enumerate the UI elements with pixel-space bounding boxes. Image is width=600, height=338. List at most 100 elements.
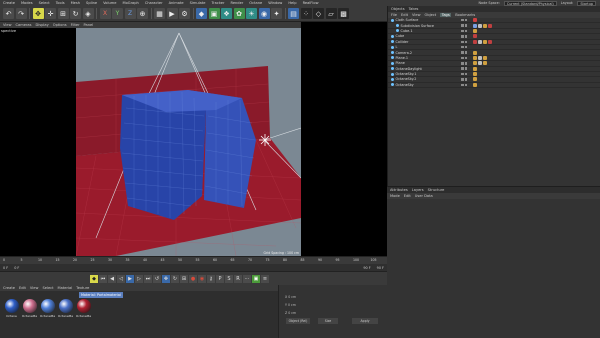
menu-tools[interactable]: Tools	[53, 1, 68, 5]
keyframe-mode-icon[interactable]: ◆	[90, 274, 98, 283]
objects-menu-file[interactable]: File	[391, 13, 397, 17]
model-mode-icon[interactable]: ▤	[288, 8, 299, 19]
object-name[interactable]: Plane.1	[396, 56, 409, 60]
undo-icon[interactable]: ↶	[3, 8, 14, 19]
objects-menu-object[interactable]: Object	[425, 13, 437, 17]
menu-render[interactable]: Render	[227, 1, 246, 5]
tab-layers[interactable]: Layers	[412, 188, 424, 192]
menu-help[interactable]: Help	[285, 1, 299, 5]
object-name[interactable]: OctaneSky.1	[396, 72, 417, 76]
tag-icon[interactable]	[473, 72, 477, 77]
max-frame-field[interactable]: 90 F	[374, 266, 387, 270]
menu-animate[interactable]: Animate	[166, 1, 187, 5]
menu-mesh[interactable]: Mesh	[68, 1, 83, 5]
render-settings-icon[interactable]: ⚙	[179, 8, 190, 19]
visibility-dots-icon[interactable]	[461, 35, 467, 38]
menu-octane[interactable]: Octane	[246, 1, 265, 5]
tag-icon[interactable]	[483, 39, 487, 44]
material-menu-edit[interactable]: Edit	[19, 286, 26, 290]
visibility-dots-icon[interactable]	[461, 24, 467, 27]
start-frame-field[interactable]: 0 F	[0, 266, 11, 270]
material-menu-select[interactable]: Select	[42, 286, 53, 290]
menu-select[interactable]: Select	[36, 1, 53, 5]
layout-dropdown[interactable]: Startup	[577, 0, 596, 6]
tag-icon[interactable]	[473, 50, 477, 55]
material-swatch[interactable]: OctaneMa	[75, 299, 92, 318]
coord-size-dropdown[interactable]: Size	[318, 318, 338, 324]
menu-simulate[interactable]: Simulate	[187, 1, 209, 5]
play-backwards-icon[interactable]: ◁	[117, 274, 125, 283]
viewport-menu-panel[interactable]: Panel	[84, 23, 94, 27]
material-swatch[interactable]: Octane	[3, 299, 20, 318]
tab-takes[interactable]: Takes	[409, 7, 419, 11]
next-key-icon[interactable]: ▷	[135, 274, 143, 283]
tag-icon[interactable]	[473, 28, 477, 33]
tag-icon[interactable]	[473, 77, 477, 82]
material-menu-create[interactable]: Create	[3, 286, 15, 290]
object-name[interactable]: Collider	[396, 40, 409, 44]
visibility-dots-icon[interactable]	[461, 51, 467, 54]
points-mode-icon[interactable]: ⁘	[300, 8, 312, 19]
live-selection-icon[interactable]: ✥	[32, 8, 44, 19]
menu-character[interactable]: Character	[142, 1, 166, 5]
array-icon[interactable]: ❖	[221, 8, 232, 19]
current-frame-field[interactable]: 0 F	[11, 266, 22, 270]
axis-y-icon[interactable]: Y	[112, 8, 123, 19]
loop-icon[interactable]: ↺	[153, 274, 161, 283]
coordinate-system-icon[interactable]: ⊕	[137, 8, 148, 19]
menu-modes[interactable]: Modes	[18, 1, 36, 5]
objects-menu-bookmarks[interactable]: Bookmarks	[455, 13, 475, 17]
menu-realflow[interactable]: RealFlow	[300, 1, 322, 5]
menu-spline[interactable]: Spline	[83, 1, 100, 5]
3d-viewport[interactable]: Grid Spacing : 100 cm	[76, 28, 301, 256]
tab-structure[interactable]: Structure	[428, 188, 445, 192]
coord-y[interactable]: Y 0 cm	[285, 303, 296, 307]
object-name[interactable]: Subdivision Surface	[401, 24, 434, 28]
coord-apply-button[interactable]: Apply	[352, 318, 378, 324]
viewport-menu-view[interactable]: View	[3, 23, 12, 27]
edges-mode-icon[interactable]: ◇	[313, 8, 324, 19]
tag-icon[interactable]	[478, 23, 482, 28]
tab-attributes[interactable]: Attributes	[390, 188, 408, 192]
tag-icon[interactable]	[478, 55, 482, 60]
tag-icon[interactable]	[473, 55, 477, 60]
render-picture-viewer-icon[interactable]: ▶	[166, 8, 178, 19]
visibility-dots-icon[interactable]	[461, 45, 467, 49]
parameter-track-icon[interactable]: ⋯	[243, 274, 251, 283]
polygons-mode-icon[interactable]: ▱	[325, 8, 337, 19]
end-frame-field[interactable]: 90 F	[360, 266, 373, 270]
rotate-icon[interactable]: ↻	[70, 8, 81, 19]
coord-z[interactable]: Z 0 cm	[285, 311, 296, 315]
objects-menu-view[interactable]: View	[412, 13, 421, 17]
material-menu-texture[interactable]: Texture	[76, 286, 89, 290]
tag-icon[interactable]	[483, 55, 487, 60]
tag-icon[interactable]	[483, 23, 487, 28]
tab-objects[interactable]: Objects	[391, 7, 405, 11]
go-to-start-icon[interactable]: ⏮	[99, 274, 107, 283]
scale-key-icon[interactable]: ⊞	[180, 274, 188, 283]
viewport-menu-display[interactable]: Display	[36, 23, 49, 27]
visibility-dots-icon[interactable]	[461, 56, 467, 60]
recent-tools-icon[interactable]: ◈	[82, 8, 94, 19]
material-swatch[interactable]: OctaneMa	[57, 299, 74, 318]
record-active-icon[interactable]: ●	[189, 274, 197, 283]
light-icon[interactable]: ✦	[271, 8, 282, 19]
visibility-dots-icon[interactable]	[461, 78, 467, 81]
tag-icon[interactable]	[478, 39, 482, 44]
scale-track-icon[interactable]: S	[225, 274, 233, 283]
visibility-dots-icon[interactable]	[461, 83, 467, 87]
visibility-dots-icon[interactable]	[461, 67, 467, 70]
object-name[interactable]: Cube.1	[401, 29, 413, 33]
axis-x-icon[interactable]: X	[99, 8, 111, 19]
object-name[interactable]: Cloth Surface	[396, 18, 419, 22]
objects-menu-tags[interactable]: Tags	[440, 13, 452, 17]
object-name[interactable]: OctaneDaylight	[396, 67, 422, 71]
render-view-icon[interactable]: ▦	[154, 8, 165, 19]
scene-icon[interactable]: ☀	[246, 8, 257, 19]
viewport-menu-filter[interactable]: Filter	[71, 23, 80, 27]
material-swatch[interactable]: OctaneMa	[21, 299, 38, 318]
cube-primitive-icon[interactable]: ◆	[196, 8, 207, 19]
menu-volume[interactable]: Volume	[100, 1, 119, 5]
visibility-dots-icon[interactable]	[461, 18, 467, 22]
tag-icon[interactable]	[473, 82, 477, 87]
